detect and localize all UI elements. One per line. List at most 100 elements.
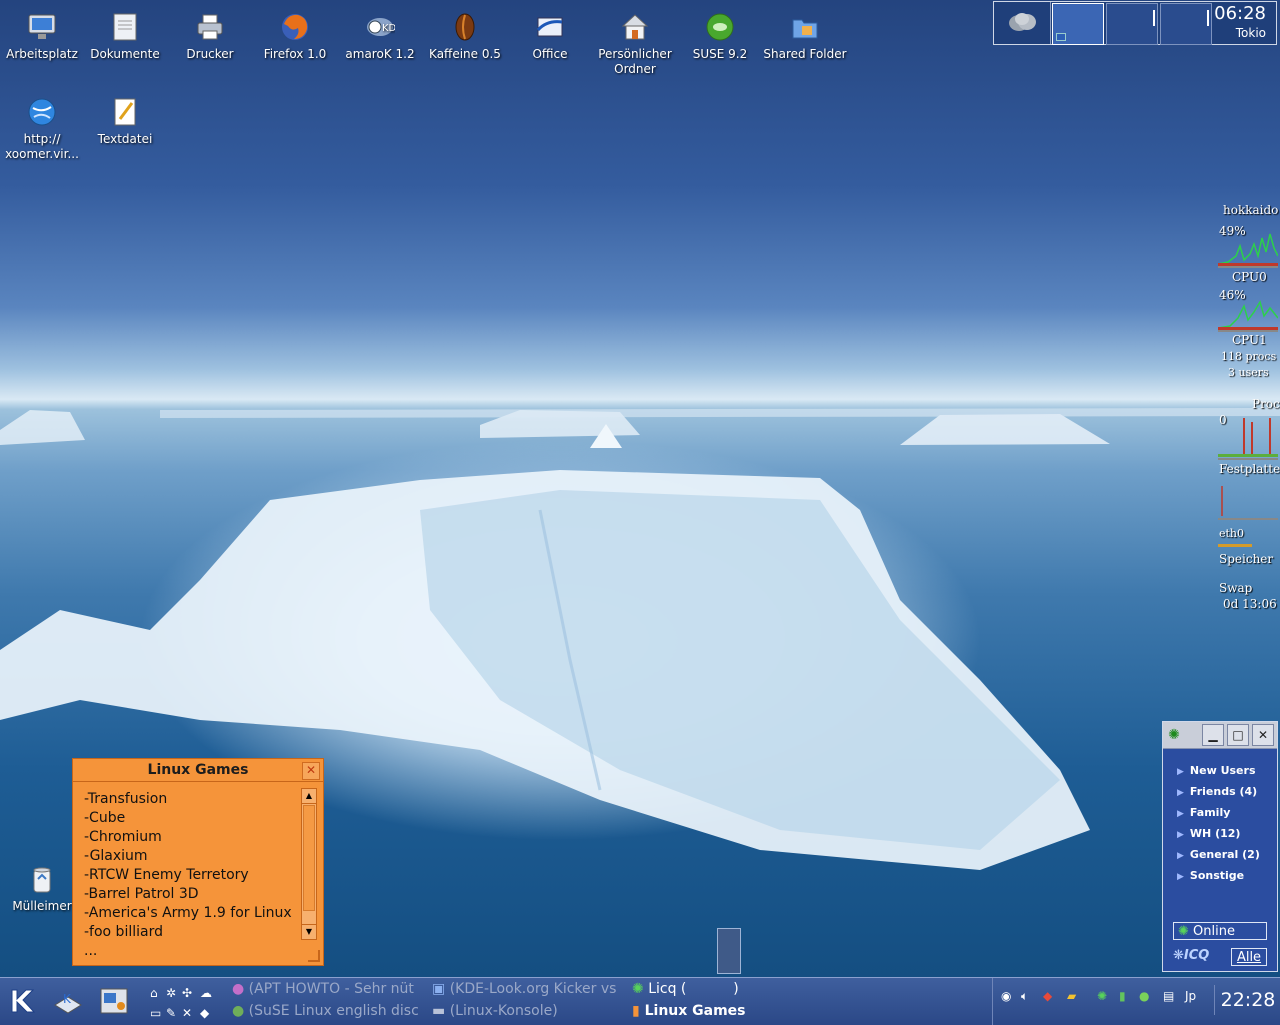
gear-icon[interactable]: ✲ (166, 986, 176, 1000)
taskbar-task-licq[interactable]: ✺ Licq ( ) (632, 981, 762, 997)
licq-group-list: ▶ New Users ▶ Friends (4) ▶ Family ▶ WH (12)… (1163, 761, 1277, 887)
eraser-icon[interactable]: ◆ (200, 1006, 209, 1020)
note-list[interactable]: -Transfusion -Cube -Chromium -Glaxium -R… (73, 782, 323, 961)
cpu1-label: CPU1 (1232, 333, 1267, 347)
desktop-icon-suse[interactable]: SUSE 9.2 (678, 0, 762, 62)
desktop-icon-arbeitsplatz[interactable]: Arbeitsplatz (0, 0, 84, 62)
memory-bar (1218, 544, 1252, 547)
world-clock[interactable]: 06:28 Tokio (1213, 2, 1276, 44)
desktop-icon-shared-folder[interactable]: Shared Folder (763, 0, 847, 62)
network-tray-icon[interactable]: ◉ (1001, 989, 1019, 1009)
svg-text:KDE: KDE (382, 23, 395, 34)
desktop-pager (1051, 2, 1213, 45)
close-button[interactable]: ✕ (1252, 724, 1274, 746)
licq-filter-button[interactable]: Alle (1231, 948, 1267, 966)
user-count: 3 users (1228, 366, 1269, 379)
licq-group-item[interactable]: ▶ New Users (1177, 761, 1277, 782)
taskbar-task-linux-games[interactable]: ▮ Linux Games (632, 1003, 802, 1019)
taskbar-clock[interactable]: 22:28 (1214, 985, 1280, 1015)
control-center-icon (98, 988, 130, 1020)
window-icon[interactable]: ▭ (150, 1006, 161, 1020)
note-item: -foo billiard (84, 924, 163, 940)
expand-arrow-icon: ▶ (1177, 788, 1184, 798)
cpu1-graph (1218, 300, 1278, 332)
desktop-icon-drucker[interactable]: Drucker (168, 0, 252, 62)
amarok-icon: KDE (363, 10, 397, 44)
licq-group-item[interactable]: ▶ Sonstige (1177, 866, 1277, 887)
gkrellm-host: hokkaido (1223, 203, 1279, 217)
desktop-icon-kaffeine[interactable]: Kaffeine 0.5 (423, 0, 507, 62)
kde-logo-icon (6, 989, 40, 1021)
taskbar-task-apt-howto[interactable]: ● (APT HOWTO - Sehr nüt (232, 981, 428, 997)
close-icon: ✕ (1257, 728, 1269, 742)
network-icon[interactable]: ✣ (182, 986, 192, 1000)
licq-titlebar[interactable]: ✺ ▁ □ ✕ (1163, 722, 1277, 749)
shared-folder-icon (788, 10, 822, 44)
licq-window[interactable]: ✺ ▁ □ ✕ ▶ New Users ▶ Friends (4) ▶ Family … (1162, 721, 1278, 972)
pager-desktop-3[interactable] (1160, 3, 1212, 45)
cloud-icon[interactable]: ☁ (200, 986, 212, 1000)
edit-icon[interactable]: ✎ (166, 1006, 176, 1020)
desktop-icon-textdatei[interactable]: Textdatei (83, 85, 167, 147)
desktop-icon-dokumente[interactable]: Dokumente (83, 0, 167, 62)
home-icon[interactable]: ⌂ (150, 986, 158, 1000)
suse-updater-icon[interactable]: ● (1139, 989, 1157, 1009)
maximize-button[interactable]: □ (1227, 724, 1249, 746)
desktop-icon-office[interactable]: Office (508, 0, 592, 62)
licq-group-item[interactable]: ▶ General (2) (1177, 845, 1277, 866)
note-item: -RTCW Enemy Terretory (84, 867, 249, 883)
tools-icon[interactable]: ✕ (182, 1006, 192, 1020)
clipboard-icon[interactable]: ▰ (1067, 989, 1085, 1009)
licq-group-item[interactable]: ▶ Friends (4) (1177, 782, 1277, 803)
kde-tray-icon[interactable]: ◆ (1043, 989, 1061, 1009)
trash-icon (25, 862, 59, 896)
show-desktop-button[interactable]: K (52, 985, 84, 1017)
scroll-down-icon[interactable]: ▼ (302, 924, 316, 939)
volume-icon[interactable]: 🔈︎ (1021, 989, 1039, 1009)
k-menu-button[interactable] (6, 984, 40, 1018)
note-item: ... (84, 943, 98, 959)
desktop-icon-amarok[interactable]: KDE amaroK 1.2 (338, 0, 422, 62)
desktop-icon-home[interactable]: Persönlicher Ordner (593, 0, 677, 77)
svg-text:K: K (63, 992, 72, 1006)
firefox-icon (278, 10, 312, 44)
linux-games-note[interactable]: Linux Games ✕ -Transfusion -Cube -Chromi… (72, 758, 324, 966)
expand-arrow-icon: ▶ (1177, 872, 1184, 882)
cloud-icon (1006, 9, 1038, 38)
note-icon: ▮ (632, 1003, 640, 1019)
taskbar-task-kde-look[interactable]: ▣ (KDE-Look.org Kicker vs (432, 981, 628, 997)
proc-label: Proc (1252, 397, 1280, 411)
desktop-icon: K (52, 992, 84, 1020)
weather-widget[interactable] (994, 2, 1051, 44)
input-method-icon[interactable]: Jp (1185, 989, 1203, 1009)
pager-desktop-2[interactable] (1106, 3, 1158, 45)
licq-group-item[interactable]: ▶ Family (1177, 803, 1277, 824)
battery-icon[interactable]: ▮ (1119, 989, 1137, 1009)
licq-status-button[interactable]: ✺ Online (1173, 922, 1267, 940)
desktop-icon-firefox[interactable]: Firefox 1.0 (253, 0, 337, 62)
note-scrollbar[interactable]: ▲ ▼ (301, 788, 317, 940)
resize-grip-icon[interactable] (308, 950, 320, 962)
kaffeine-icon (448, 10, 482, 44)
note-close-button[interactable]: ✕ (302, 762, 320, 780)
control-center-button[interactable] (98, 985, 130, 1017)
note-item: -Glaxium (84, 848, 148, 864)
online-status-icon: ✺ (1178, 924, 1189, 939)
expand-arrow-icon: ▶ (1177, 830, 1184, 840)
expand-arrow-icon: ▶ (1177, 767, 1184, 777)
taskbar-task-suse-disc[interactable]: ● (SuSE Linux english disc (232, 1003, 428, 1019)
scrollbar-thumb[interactable] (303, 805, 315, 911)
printer-tray-icon[interactable]: ▤ (1163, 989, 1181, 1009)
kde-panel: K ⌂ ✲ ✣ ☁ ▭ ✎ ✕ ◆ ● (APT HOWTO - Sehr nü… (0, 977, 1280, 1025)
note-item: -Barrel Patrol 3D (84, 886, 199, 902)
scroll-up-icon[interactable]: ▲ (302, 789, 316, 804)
licq-group-item[interactable]: ▶ WH (12) (1177, 824, 1277, 845)
minimize-button[interactable]: ▁ (1202, 724, 1224, 746)
desktop-mini-window[interactable] (717, 928, 741, 974)
expand-arrow-icon: ▶ (1177, 851, 1184, 861)
note-title[interactable]: Linux Games (73, 759, 323, 782)
licq-tray-icon[interactable]: ✺ (1097, 989, 1115, 1009)
pager-desktop-1[interactable] (1052, 3, 1104, 45)
desktop-icon-web-link[interactable]: http:// xoomer.vir... (0, 85, 84, 162)
taskbar-task-konsole[interactable]: ▬ (Linux-Konsole) (432, 1003, 628, 1019)
